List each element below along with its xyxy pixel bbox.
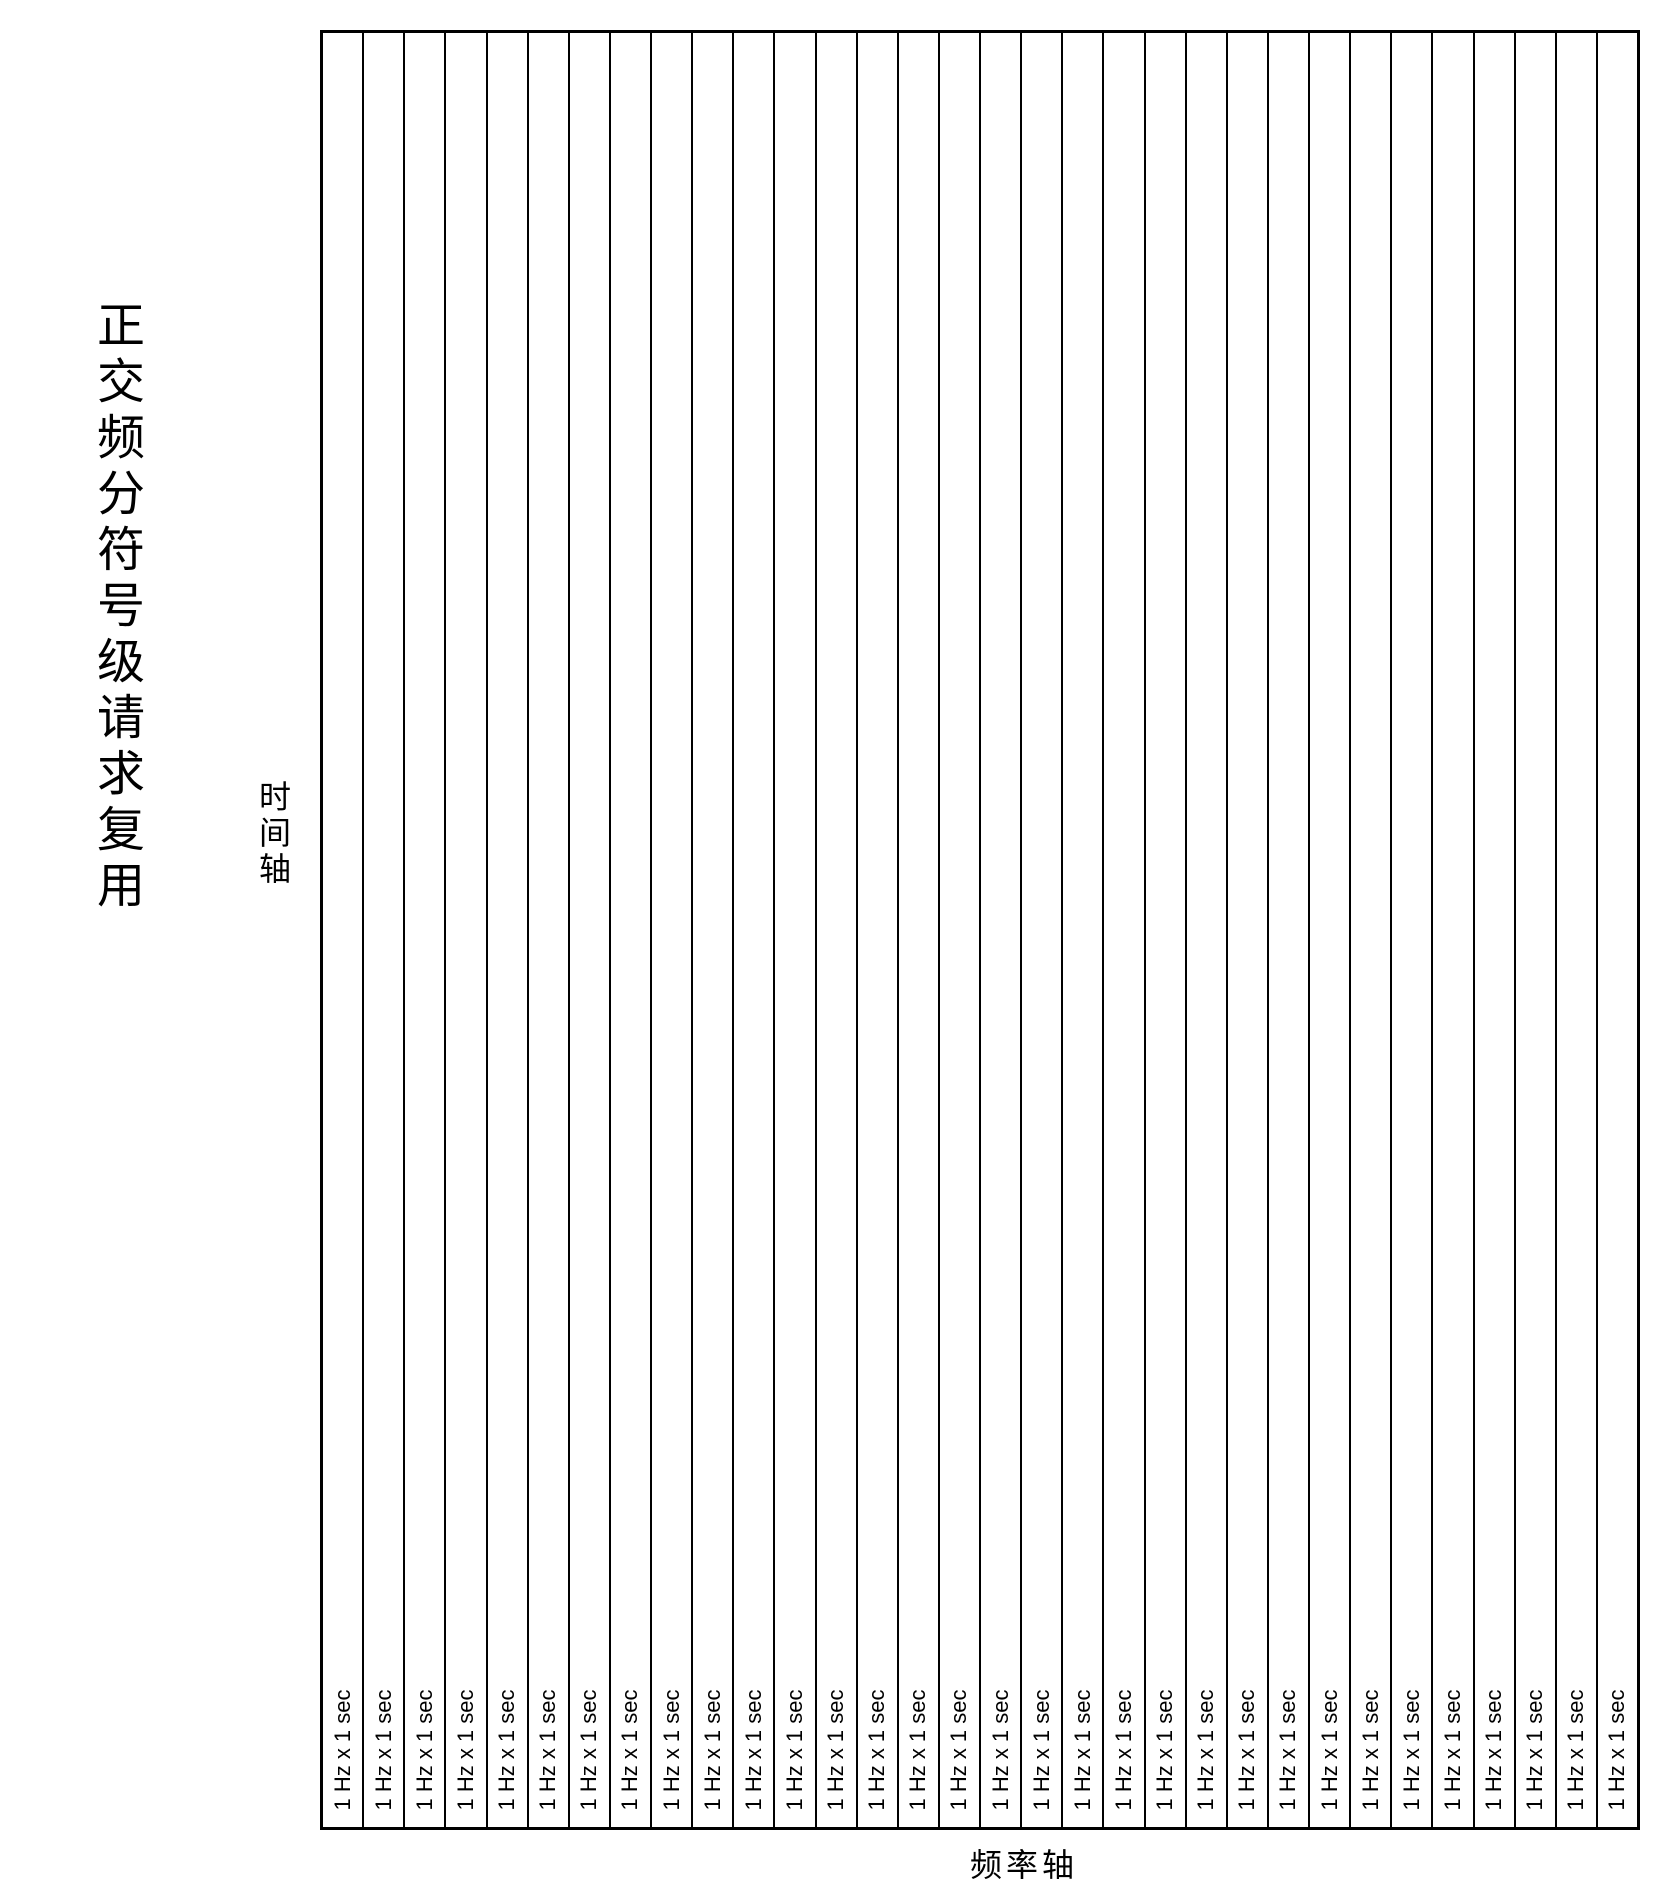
cell-label: 1 Hz x 1 sec (1440, 1689, 1466, 1810)
cell-label: 1 Hz x 1 sec (494, 1689, 520, 1810)
cell-label: 1 Hz x 1 sec (988, 1689, 1014, 1810)
grid-column: 1 Hz x 1 sec (775, 33, 816, 1827)
grid-column: 1 Hz x 1 sec (405, 33, 446, 1827)
cell-label: 1 Hz x 1 sec (700, 1689, 726, 1810)
grid-column: 1 Hz x 1 sec (1146, 33, 1187, 1827)
cell-label: 1 Hz x 1 sec (1399, 1689, 1425, 1810)
cell-label: 1 Hz x 1 sec (330, 1689, 356, 1810)
grid-column: 1 Hz x 1 sec (1433, 33, 1474, 1827)
cell-label: 1 Hz x 1 sec (782, 1689, 808, 1810)
cell-label: 1 Hz x 1 sec (1070, 1689, 1096, 1810)
cell-label: 1 Hz x 1 sec (535, 1689, 561, 1810)
cell-label: 1 Hz x 1 sec (659, 1689, 685, 1810)
cell-label: 1 Hz x 1 sec (1193, 1689, 1219, 1810)
grid-column: 1 Hz x 1 sec (611, 33, 652, 1827)
cell-label: 1 Hz x 1 sec (864, 1689, 890, 1810)
grid-column: 1 Hz x 1 sec (734, 33, 775, 1827)
grid-column: 1 Hz x 1 sec (1187, 33, 1228, 1827)
ofdm-grid: 1 Hz x 1 sec 1 Hz x 1 sec 1 Hz x 1 sec 1 Hz… (320, 30, 1640, 1830)
cell-label: 1 Hz x 1 sec (905, 1689, 931, 1810)
cell-label: 1 Hz x 1 sec (1358, 1689, 1384, 1810)
cell-label: 1 Hz x 1 sec (617, 1689, 643, 1810)
grid-column: 1 Hz x 1 sec (1269, 33, 1310, 1827)
grid-column: 1 Hz x 1 sec (1475, 33, 1516, 1827)
grid-column: 1 Hz x 1 sec (1351, 33, 1392, 1827)
grid-column: 1 Hz x 1 sec (488, 33, 529, 1827)
grid-column: 1 Hz x 1 sec (1063, 33, 1104, 1827)
grid-column: 1 Hz x 1 sec (899, 33, 940, 1827)
cell-label: 1 Hz x 1 sec (823, 1689, 849, 1810)
cell-label: 1 Hz x 1 sec (1563, 1689, 1589, 1810)
time-axis-label: 时间轴 (250, 780, 296, 888)
cell-label: 1 Hz x 1 sec (1481, 1689, 1507, 1810)
grid-column: 1 Hz x 1 sec (1557, 33, 1598, 1827)
freq-axis-label: 频率轴 (970, 1840, 1078, 1886)
diagram-title: 正交频分符号级请求复用 (80, 300, 150, 916)
grid-column: 1 Hz x 1 sec (981, 33, 1022, 1827)
grid-column: 1 Hz x 1 sec (446, 33, 487, 1827)
cell-label: 1 Hz x 1 sec (946, 1689, 972, 1810)
cell-label: 1 Hz x 1 sec (576, 1689, 602, 1810)
cell-label: 1 Hz x 1 sec (1317, 1689, 1343, 1810)
cell-label: 1 Hz x 1 sec (1604, 1689, 1630, 1810)
grid-column: 1 Hz x 1 sec (858, 33, 899, 1827)
cell-label: 1 Hz x 1 sec (1152, 1689, 1178, 1810)
cell-label: 1 Hz x 1 sec (453, 1689, 479, 1810)
cell-label: 1 Hz x 1 sec (1111, 1689, 1137, 1810)
cell-label: 1 Hz x 1 sec (741, 1689, 767, 1810)
grid-column: 1 Hz x 1 sec (529, 33, 570, 1827)
grid-column: 1 Hz x 1 sec (1022, 33, 1063, 1827)
cell-label: 1 Hz x 1 sec (371, 1689, 397, 1810)
grid-column: 1 Hz x 1 sec (323, 33, 364, 1827)
grid-column: 1 Hz x 1 sec (570, 33, 611, 1827)
grid-column: 1 Hz x 1 sec (652, 33, 693, 1827)
cell-label: 1 Hz x 1 sec (1234, 1689, 1260, 1810)
grid-column: 1 Hz x 1 sec (817, 33, 858, 1827)
cell-label: 1 Hz x 1 sec (412, 1689, 438, 1810)
grid-column: 1 Hz x 1 sec (364, 33, 405, 1827)
cell-label: 1 Hz x 1 sec (1275, 1689, 1301, 1810)
grid-column: 1 Hz x 1 sec (1598, 33, 1637, 1827)
grid-column: 1 Hz x 1 sec (1392, 33, 1433, 1827)
cell-label: 1 Hz x 1 sec (1029, 1689, 1055, 1810)
grid-column: 1 Hz x 1 sec (1228, 33, 1269, 1827)
grid-column: 1 Hz x 1 sec (693, 33, 734, 1827)
cell-label: 1 Hz x 1 sec (1522, 1689, 1548, 1810)
grid-column: 1 Hz x 1 sec (1310, 33, 1351, 1827)
grid-column: 1 Hz x 1 sec (940, 33, 981, 1827)
grid-column: 1 Hz x 1 sec (1104, 33, 1145, 1827)
grid-column: 1 Hz x 1 sec (1516, 33, 1557, 1827)
